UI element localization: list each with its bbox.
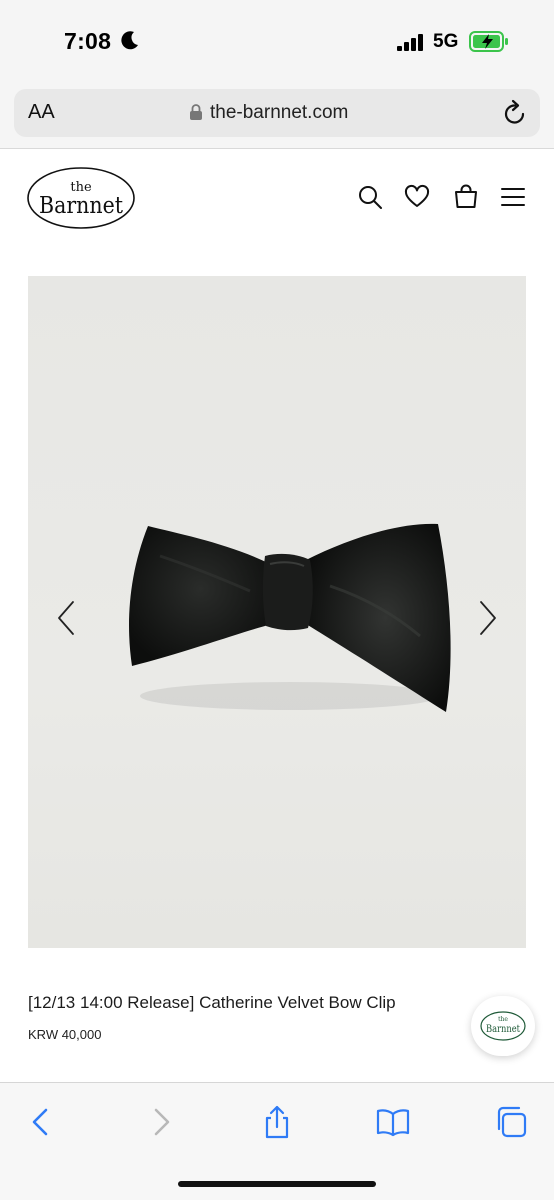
site-header: the Barnnet — [0, 150, 554, 246]
barnnet-badge-logo: the Barnnet — [480, 1011, 526, 1041]
status-bar: 7:08 5G — [0, 0, 554, 85]
url-text[interactable]: the-barnnet.com — [210, 102, 348, 124]
lock-icon — [190, 104, 202, 120]
network-label: 5G — [433, 31, 459, 52]
reload-icon[interactable] — [502, 99, 528, 127]
badge-big-text: Barnnet — [486, 1024, 520, 1035]
address-bar[interactable]: AA the-barnnet.com — [14, 89, 540, 137]
browser-toolbar — [0, 1082, 554, 1200]
barnnet-logo[interactable]: the Barnnet — [26, 166, 136, 230]
velvet-bow-image — [129, 523, 451, 712]
forward-icon[interactable] — [144, 1105, 178, 1139]
battery-charging-icon — [469, 31, 508, 52]
carousel-next-icon[interactable] — [476, 598, 500, 638]
tabs-icon[interactable] — [494, 1105, 528, 1139]
product-image[interactable] — [28, 276, 526, 948]
floating-barnnet-button[interactable]: the Barnnet — [471, 996, 535, 1056]
product-title: [12/13 14:00 Release] Catherine Velvet B… — [28, 993, 396, 1012]
moon-icon — [121, 31, 138, 50]
signal-icon — [397, 34, 423, 51]
back-icon[interactable] — [24, 1105, 58, 1139]
home-indicator — [178, 1181, 376, 1187]
badge-small-text: the — [498, 1016, 508, 1023]
search-icon[interactable] — [357, 184, 383, 210]
logo-big-text: Barnnet — [39, 193, 124, 219]
menu-icon[interactable] — [500, 184, 526, 210]
heart-icon[interactable] — [404, 184, 430, 210]
browser-chrome: AA the-barnnet.com — [0, 85, 554, 149]
shopping-bag-icon[interactable] — [453, 184, 479, 210]
status-time: 7:08 — [64, 28, 112, 54]
text-size-button[interactable]: AA — [28, 101, 55, 124]
bookmarks-icon[interactable] — [376, 1105, 410, 1139]
product-price: KRW 40,000 — [28, 1027, 102, 1042]
share-icon[interactable] — [260, 1105, 294, 1139]
carousel-prev-icon[interactable] — [54, 598, 78, 638]
